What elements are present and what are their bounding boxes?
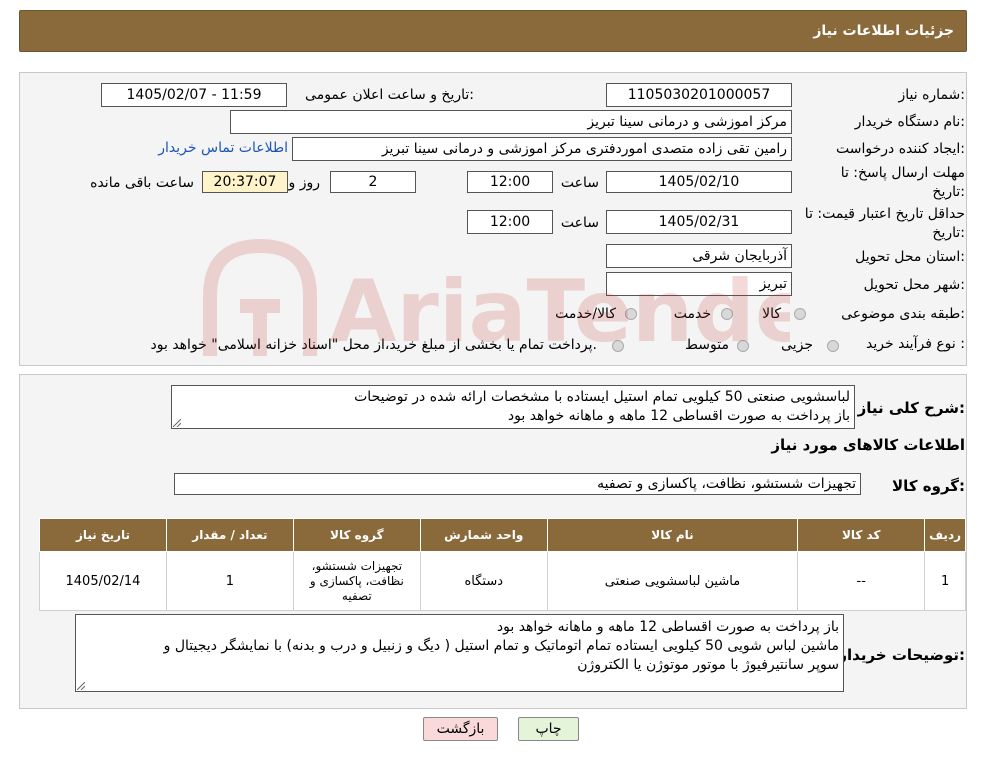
page-header: جزئیات اطلاعات نیاز [19,10,967,52]
page-title: جزئیات اطلاعات نیاز [813,23,954,39]
buyer-org-label: نام دستگاه خریدار: [854,114,965,130]
price-validity-date-field: 1405/02/31 [606,210,792,234]
need-number-label: شماره نیاز: [898,87,965,103]
buyer-notes-label: توضیحات خریدار: [838,646,965,664]
svg-text:AriaTender.neT: AriaTender.neT [330,262,790,362]
col-qty: تعداد / مقدار [165,518,294,552]
price-validity-label-2: تاریخ: [932,225,965,241]
print-button[interactable]: چاپ [518,717,579,741]
remaining-time-label: ساعت باقی مانده [90,175,194,191]
creator-field: رامین تقی زاده متصدی اموردفتری مرکز اموز… [292,137,792,161]
buyer-notes-line-3: سوپر سانتیرفیوژ با موتور موتوژن یا الکتر… [577,657,839,673]
announce-label: تاریخ و ساعت اعلان عمومی: [305,87,474,103]
price-validity-time-field: 12:00 [467,210,553,234]
cell-name: ماشین لباسشویی صنعتی [546,551,799,611]
process-partial-radio[interactable] [827,340,839,352]
announce-field: 1405/02/07 - 11:59 [101,83,287,107]
col-group: گروه کالا [292,518,421,552]
col-row: ردیف [924,518,966,552]
col-date: تاریخ نیاز [39,518,167,552]
buyer-contact-link[interactable]: اطلاعات تماس خریدار [158,140,288,156]
category-label: طبقه بندی موضوعی: [841,306,965,322]
days-field: 2 [330,171,416,193]
buyer-org-field: مرکز اموزشی و درمانی سینا تبریز [230,110,792,134]
goods-info-title: اطلاعات کالاهای مورد نیاز [771,436,965,454]
page-root: { "header": { "title": "جزئیات اطلاعات ن… [0,0,985,760]
days-label: روز و [288,175,321,191]
city-label: شهر محل تحویل: [863,277,965,293]
cell-row: 1 [924,551,966,611]
process-label: نوع فرآیند خرید : [866,336,965,352]
reply-time-field: 12:00 [467,171,553,193]
reply-deadline-label-2: تاریخ: [932,184,965,200]
back-button[interactable]: بازگشت [423,717,498,741]
buyer-notes-line-1: باز پرداخت به صورت اقساطی 12 ماهه و ماها… [496,619,839,635]
cell-group: تجهیزات شستشو، نظافت، پاکسازی و تصفیه [292,551,421,611]
category-goods-radio[interactable] [794,308,806,320]
col-code: کد کالا [797,518,926,552]
buyer-notes-line-2: ماشین لباس شویی 50 کیلویی ایستاده تمام ا… [163,638,839,654]
remaining-time-field: 20:37:07 [202,171,288,193]
summary-textarea[interactable]: لباسشویی صنعتی 50 کیلویی تمام استیل ایست… [171,385,855,429]
province-label: استان محل تحویل: [855,249,965,265]
resize-grip-icon[interactable] [173,419,181,427]
summary-line-1: لباسشویی صنعتی 50 کیلویی تمام استیل ایست… [354,389,850,405]
table-row: 1 -- ماشین لباسشویی صنعتی دستگاه تجهیزات… [39,551,966,611]
goods-group-label: گروه کالا: [892,477,965,495]
cell-date: 1405/02/14 [39,551,167,611]
items-table-header-row: ردیف کد کالا نام کالا واحد شمارش گروه کا… [39,518,966,552]
col-name: نام کالا [546,518,799,552]
creator-label: ایجاد کننده درخواست: [836,141,965,157]
summary-line-2: باز پرداخت به صورت اقساطی 12 ماهه و ماها… [507,408,850,424]
price-validity-time-label: ساعت [560,215,599,231]
buyer-notes-textarea[interactable]: باز پرداخت به صورت اقساطی 12 ماهه و ماها… [75,614,844,692]
notes-resize-grip-icon[interactable] [77,682,85,690]
price-validity-label: حداقل تاریخ اعتبار قیمت: تا [804,206,965,222]
items-table: ردیف کد کالا نام کالا واحد شمارش گروه کا… [39,518,966,611]
reply-time-label: ساعت [560,175,599,191]
reply-date-field: 1405/02/10 [606,171,792,193]
need-number-field: 1105030201000057 [606,83,792,107]
cell-unit: دستگاه [419,551,548,611]
cell-qty: 1 [165,551,294,611]
col-unit: واحد شمارش [419,518,548,552]
goods-group-field: تجهیزات شستشو، نظافت، پاکسازی و تصفیه [174,473,861,495]
summary-label: شرح کلی نیاز: [857,399,965,417]
cell-code: -- [797,551,926,611]
watermark-logo: AriaTender.neT [203,238,790,362]
reply-deadline-label: مهلت ارسال پاسخ: تا [840,165,965,181]
